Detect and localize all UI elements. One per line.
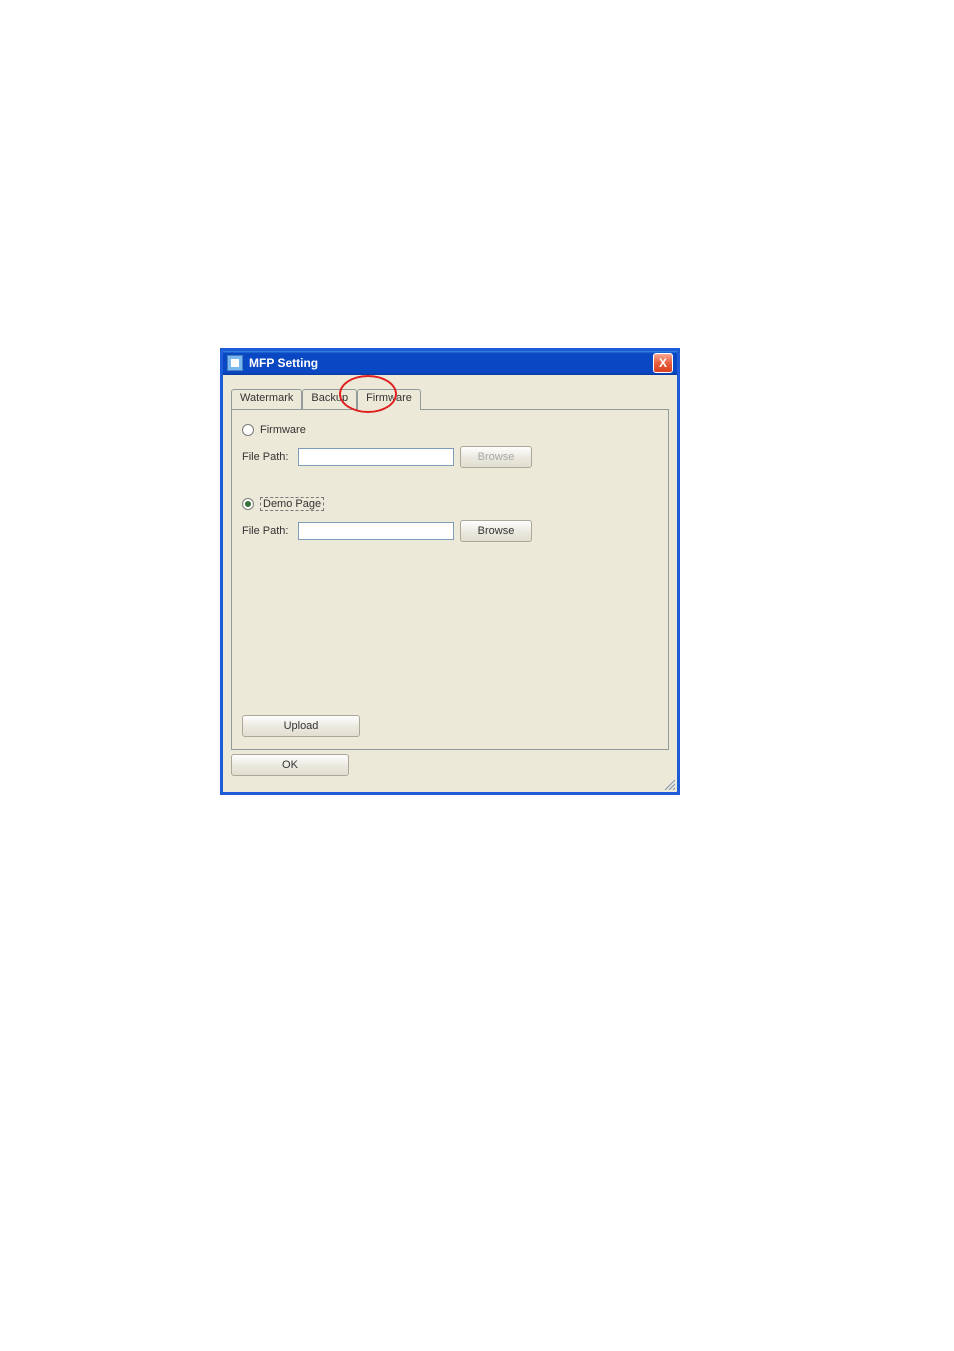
tab-watermark[interactable]: Watermark — [231, 389, 302, 409]
firmware-browse-label: Browse — [478, 451, 515, 463]
demo-radio-row: Demo Page — [242, 496, 658, 512]
ok-label: OK — [282, 759, 298, 771]
demo-filepath-row: File Path: Browse — [242, 520, 658, 542]
upload-button[interactable]: Upload — [242, 715, 360, 737]
footer: OK — [223, 754, 677, 784]
firmware-browse-button: Browse — [460, 446, 532, 468]
demo-filepath-label: File Path: — [242, 525, 298, 537]
app-icon — [227, 355, 243, 371]
tab-firmware[interactable]: Firmware — [357, 389, 421, 410]
radio-demo-page-label: Demo Page — [260, 497, 324, 511]
resize-grip-icon — [661, 776, 675, 790]
close-icon: X — [659, 356, 667, 370]
tab-row: Watermark Backup Firmware — [231, 389, 669, 409]
close-button[interactable]: X — [653, 353, 673, 373]
upload-section: Upload — [242, 715, 360, 737]
demo-browse-button[interactable]: Browse — [460, 520, 532, 542]
ok-button[interactable]: OK — [231, 754, 349, 776]
firmware-filepath-input[interactable] — [298, 448, 454, 466]
tab-backup[interactable]: Backup — [302, 389, 357, 409]
firmware-section: Firmware File Path: Browse — [242, 422, 658, 468]
mfp-setting-window: MFP Setting X Watermark Backup Firmware — [220, 348, 680, 795]
tab-watermark-label: Watermark — [240, 392, 293, 404]
radio-demo-page[interactable] — [242, 498, 254, 510]
tab-panel-firmware: Firmware File Path: Browse Demo Page — [231, 409, 669, 750]
tab-backup-label: Backup — [311, 392, 348, 404]
demo-section: Demo Page File Path: Browse — [242, 496, 658, 542]
firmware-filepath-label: File Path: — [242, 451, 298, 463]
tab-firmware-label: Firmware — [366, 392, 412, 404]
resize-grip[interactable] — [661, 776, 675, 790]
radio-firmware-label: Firmware — [260, 424, 306, 436]
tab-container: Watermark Backup Firmware Firmware — [231, 389, 669, 750]
window-title: MFP Setting — [249, 356, 653, 370]
upload-label: Upload — [284, 720, 319, 732]
radio-firmware[interactable] — [242, 424, 254, 436]
firmware-radio-row: Firmware — [242, 422, 658, 438]
demo-filepath-input[interactable] — [298, 522, 454, 540]
demo-browse-label: Browse — [478, 525, 515, 537]
titlebar[interactable]: MFP Setting X — [223, 351, 677, 375]
firmware-filepath-row: File Path: Browse — [242, 446, 658, 468]
window-body: Watermark Backup Firmware Firmware — [223, 375, 677, 792]
